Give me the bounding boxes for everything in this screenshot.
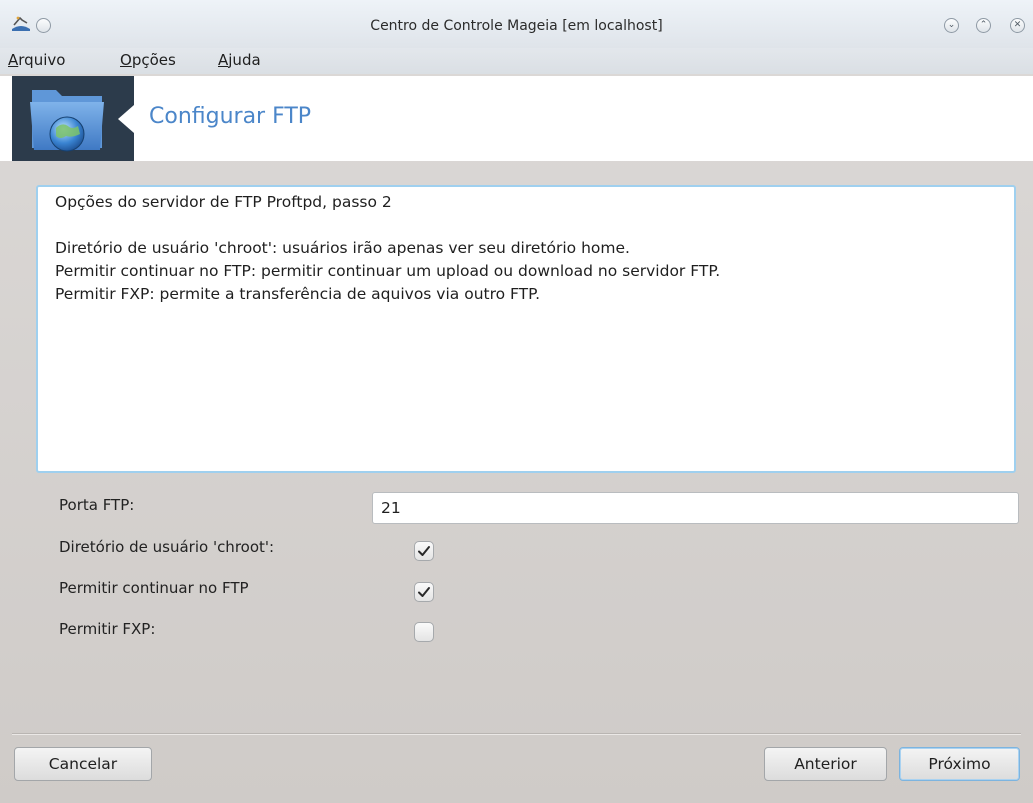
cancel-button[interactable]: Cancelar bbox=[14, 747, 152, 781]
banner-icon-area bbox=[12, 76, 134, 161]
menu-arquivo[interactable]: Arquivo bbox=[8, 51, 65, 69]
window-title: Centro de Controle Mageia [em localhost] bbox=[370, 18, 663, 34]
info-line bbox=[55, 214, 997, 237]
resume-checkbox[interactable] bbox=[414, 582, 434, 602]
minimize-icon: ⌄ bbox=[947, 20, 956, 30]
minimize-button[interactable]: ⌄ bbox=[944, 18, 959, 33]
port-label: Porta FTP: bbox=[59, 496, 135, 514]
resume-label: Permitir continuar no FTP bbox=[59, 579, 249, 597]
info-line: Opções do servidor de FTP Proftpd, passo… bbox=[55, 193, 392, 211]
header-banner: Configurar FTP bbox=[0, 76, 1033, 161]
fxp-label: Permitir FXP: bbox=[59, 620, 156, 638]
checkmark-icon bbox=[418, 546, 430, 556]
fxp-checkbox[interactable] bbox=[414, 622, 434, 642]
checkmark-icon bbox=[418, 587, 430, 597]
previous-button[interactable]: Anterior bbox=[764, 747, 887, 781]
page-title: Configurar FTP bbox=[149, 104, 312, 129]
info-line: Permitir FXP: permite a transferência de… bbox=[55, 285, 541, 303]
info-line: Permitir continuar no FTP: permitir cont… bbox=[55, 262, 721, 280]
ftp-folder-globe-icon bbox=[30, 90, 104, 152]
port-input[interactable] bbox=[372, 492, 1019, 524]
menu-opcoes[interactable]: Opções bbox=[120, 51, 176, 69]
maximize-icon: ⌃ bbox=[979, 20, 988, 30]
chroot-checkbox[interactable] bbox=[414, 541, 434, 561]
maximize-button[interactable]: ⌃ bbox=[976, 18, 991, 33]
button-separator bbox=[12, 733, 1021, 735]
info-text-area[interactable]: Opções do servidor de FTP Proftpd, passo… bbox=[36, 185, 1016, 473]
banner-notch bbox=[118, 105, 134, 133]
close-icon: ✕ bbox=[1013, 20, 1022, 30]
mageia-control-center-window: Centro de Controle Mageia [em localhost]… bbox=[0, 0, 1033, 803]
chroot-label: Diretório de usuário 'chroot': bbox=[59, 538, 275, 556]
close-button[interactable]: ✕ bbox=[1010, 18, 1025, 33]
menu-ajuda[interactable]: Ajuda bbox=[218, 51, 261, 69]
info-line: Diretório de usuário 'chroot': usuários … bbox=[55, 239, 630, 257]
title-bar[interactable]: Centro de Controle Mageia [em localhost]… bbox=[0, 0, 1033, 48]
next-button[interactable]: Próximo bbox=[899, 747, 1020, 781]
menu-bar: Arquivo Opções Ajuda bbox=[0, 48, 1033, 74]
